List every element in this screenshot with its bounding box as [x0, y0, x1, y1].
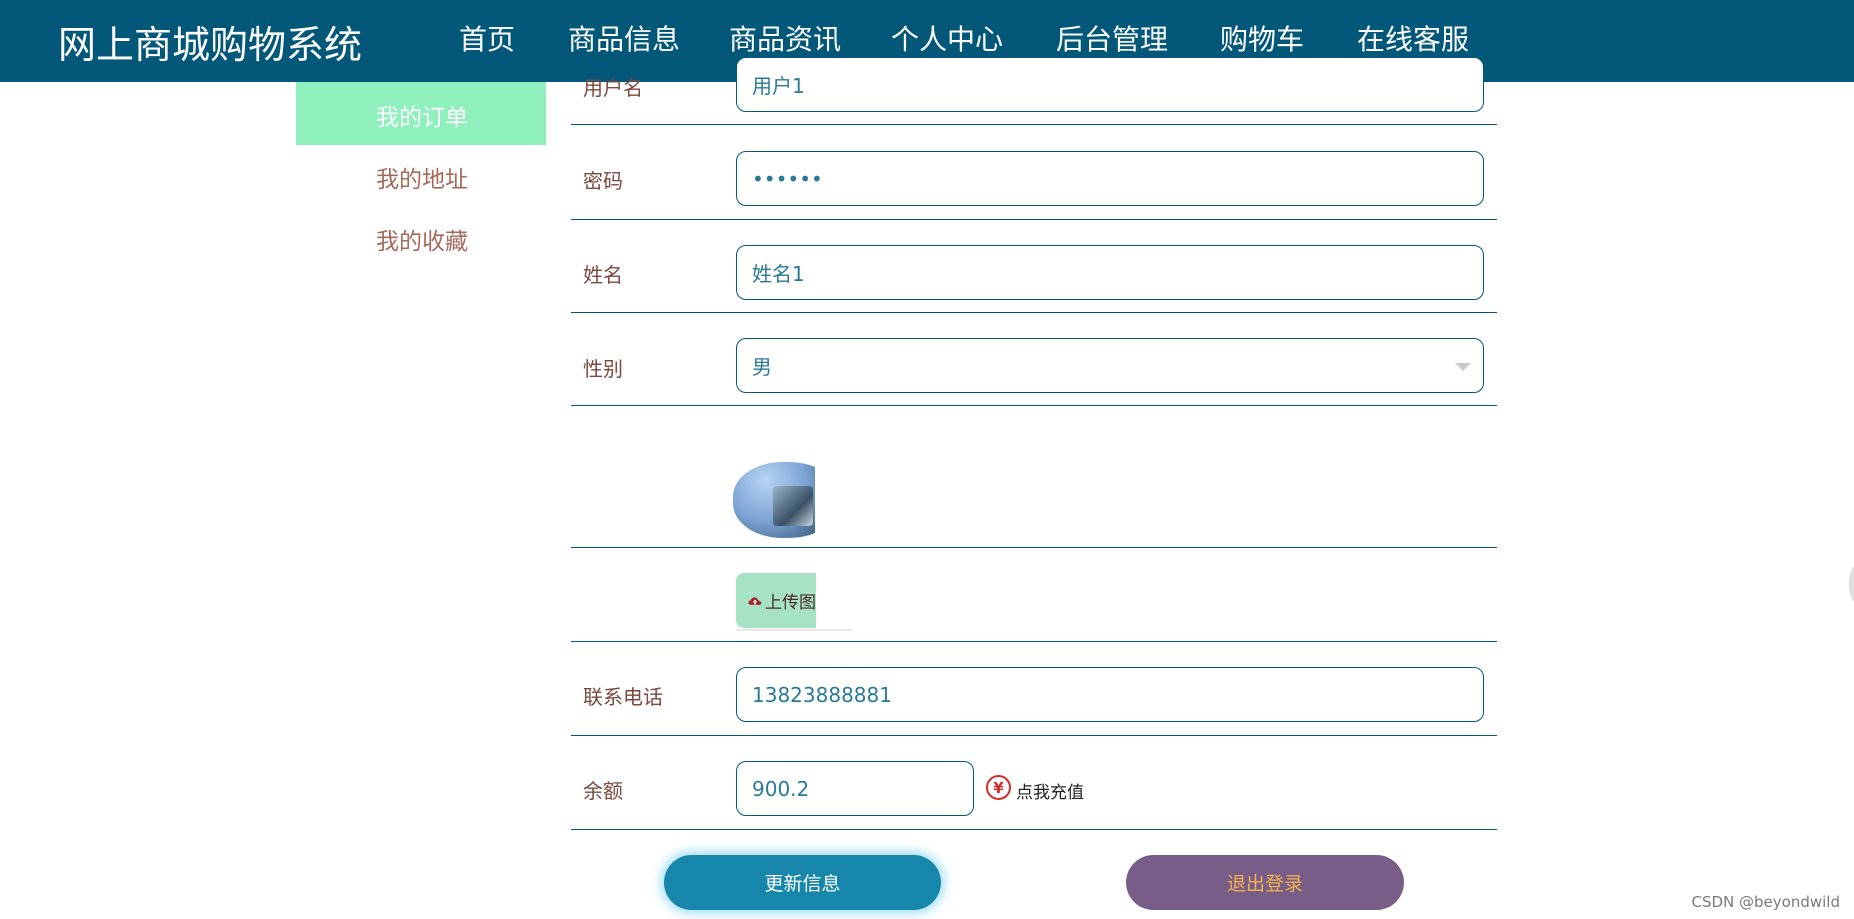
- upload-label: 上传图: [765, 593, 816, 613]
- gender-select[interactable]: 男: [736, 338, 1484, 393]
- nav-products[interactable]: 商品信息: [568, 18, 680, 58]
- yen-icon[interactable]: ¥: [986, 775, 1011, 800]
- upload-underline: [736, 629, 852, 631]
- nav-admin[interactable]: 后台管理: [1056, 18, 1168, 58]
- phone-field[interactable]: 13823888881: [736, 667, 1484, 722]
- cloud-upload-icon: [748, 596, 762, 605]
- username-label: 用户名: [583, 76, 643, 100]
- name-field[interactable]: 姓名1: [736, 245, 1484, 300]
- nav-cart[interactable]: 购物车: [1220, 18, 1304, 58]
- watermark: CSDN @beyondwild: [1691, 893, 1841, 911]
- nav-support[interactable]: 在线客服: [1357, 18, 1469, 58]
- row-divider: [571, 405, 1497, 406]
- recharge-link[interactable]: 点我充值: [1016, 778, 1084, 803]
- password-label: 密码: [583, 169, 623, 193]
- row-divider: [571, 641, 1497, 642]
- nav-news[interactable]: 商品资讯: [729, 18, 841, 58]
- update-info-button[interactable]: 更新信息: [664, 855, 941, 910]
- logout-button[interactable]: 退出登录: [1126, 855, 1404, 910]
- sidebar-item-orders[interactable]: 我的订单: [376, 98, 468, 132]
- username-field[interactable]: 用户1: [736, 57, 1484, 112]
- balance-label: 余额: [583, 779, 623, 803]
- chevron-down-icon: [1455, 363, 1471, 371]
- name-label: 姓名: [583, 263, 623, 287]
- gender-label: 性别: [583, 357, 623, 381]
- sidebar-item-favorites[interactable]: 我的收藏: [376, 222, 468, 256]
- nav-home[interactable]: 首页: [459, 18, 515, 58]
- password-field[interactable]: ••••••: [736, 151, 1484, 206]
- site-title[interactable]: 网上商城购物系统: [58, 14, 362, 69]
- sidebar-item-address[interactable]: 我的地址: [376, 160, 468, 194]
- edge-handle: [1849, 566, 1854, 602]
- row-divider: [571, 547, 1497, 548]
- row-divider: [571, 829, 1497, 830]
- avatar-image: [733, 462, 815, 538]
- row-divider: [571, 735, 1497, 736]
- row-divider: [571, 219, 1497, 220]
- gender-value: 男: [752, 355, 772, 379]
- balance-field[interactable]: 900.2: [736, 761, 974, 816]
- avatar-photo-detail: [773, 486, 813, 526]
- row-divider: [571, 124, 1497, 125]
- upload-image-button[interactable]: 上传图: [736, 573, 816, 628]
- phone-label: 联系电话: [583, 685, 663, 709]
- nav-personal-center[interactable]: 个人中心: [891, 18, 1003, 58]
- row-divider: [571, 312, 1497, 313]
